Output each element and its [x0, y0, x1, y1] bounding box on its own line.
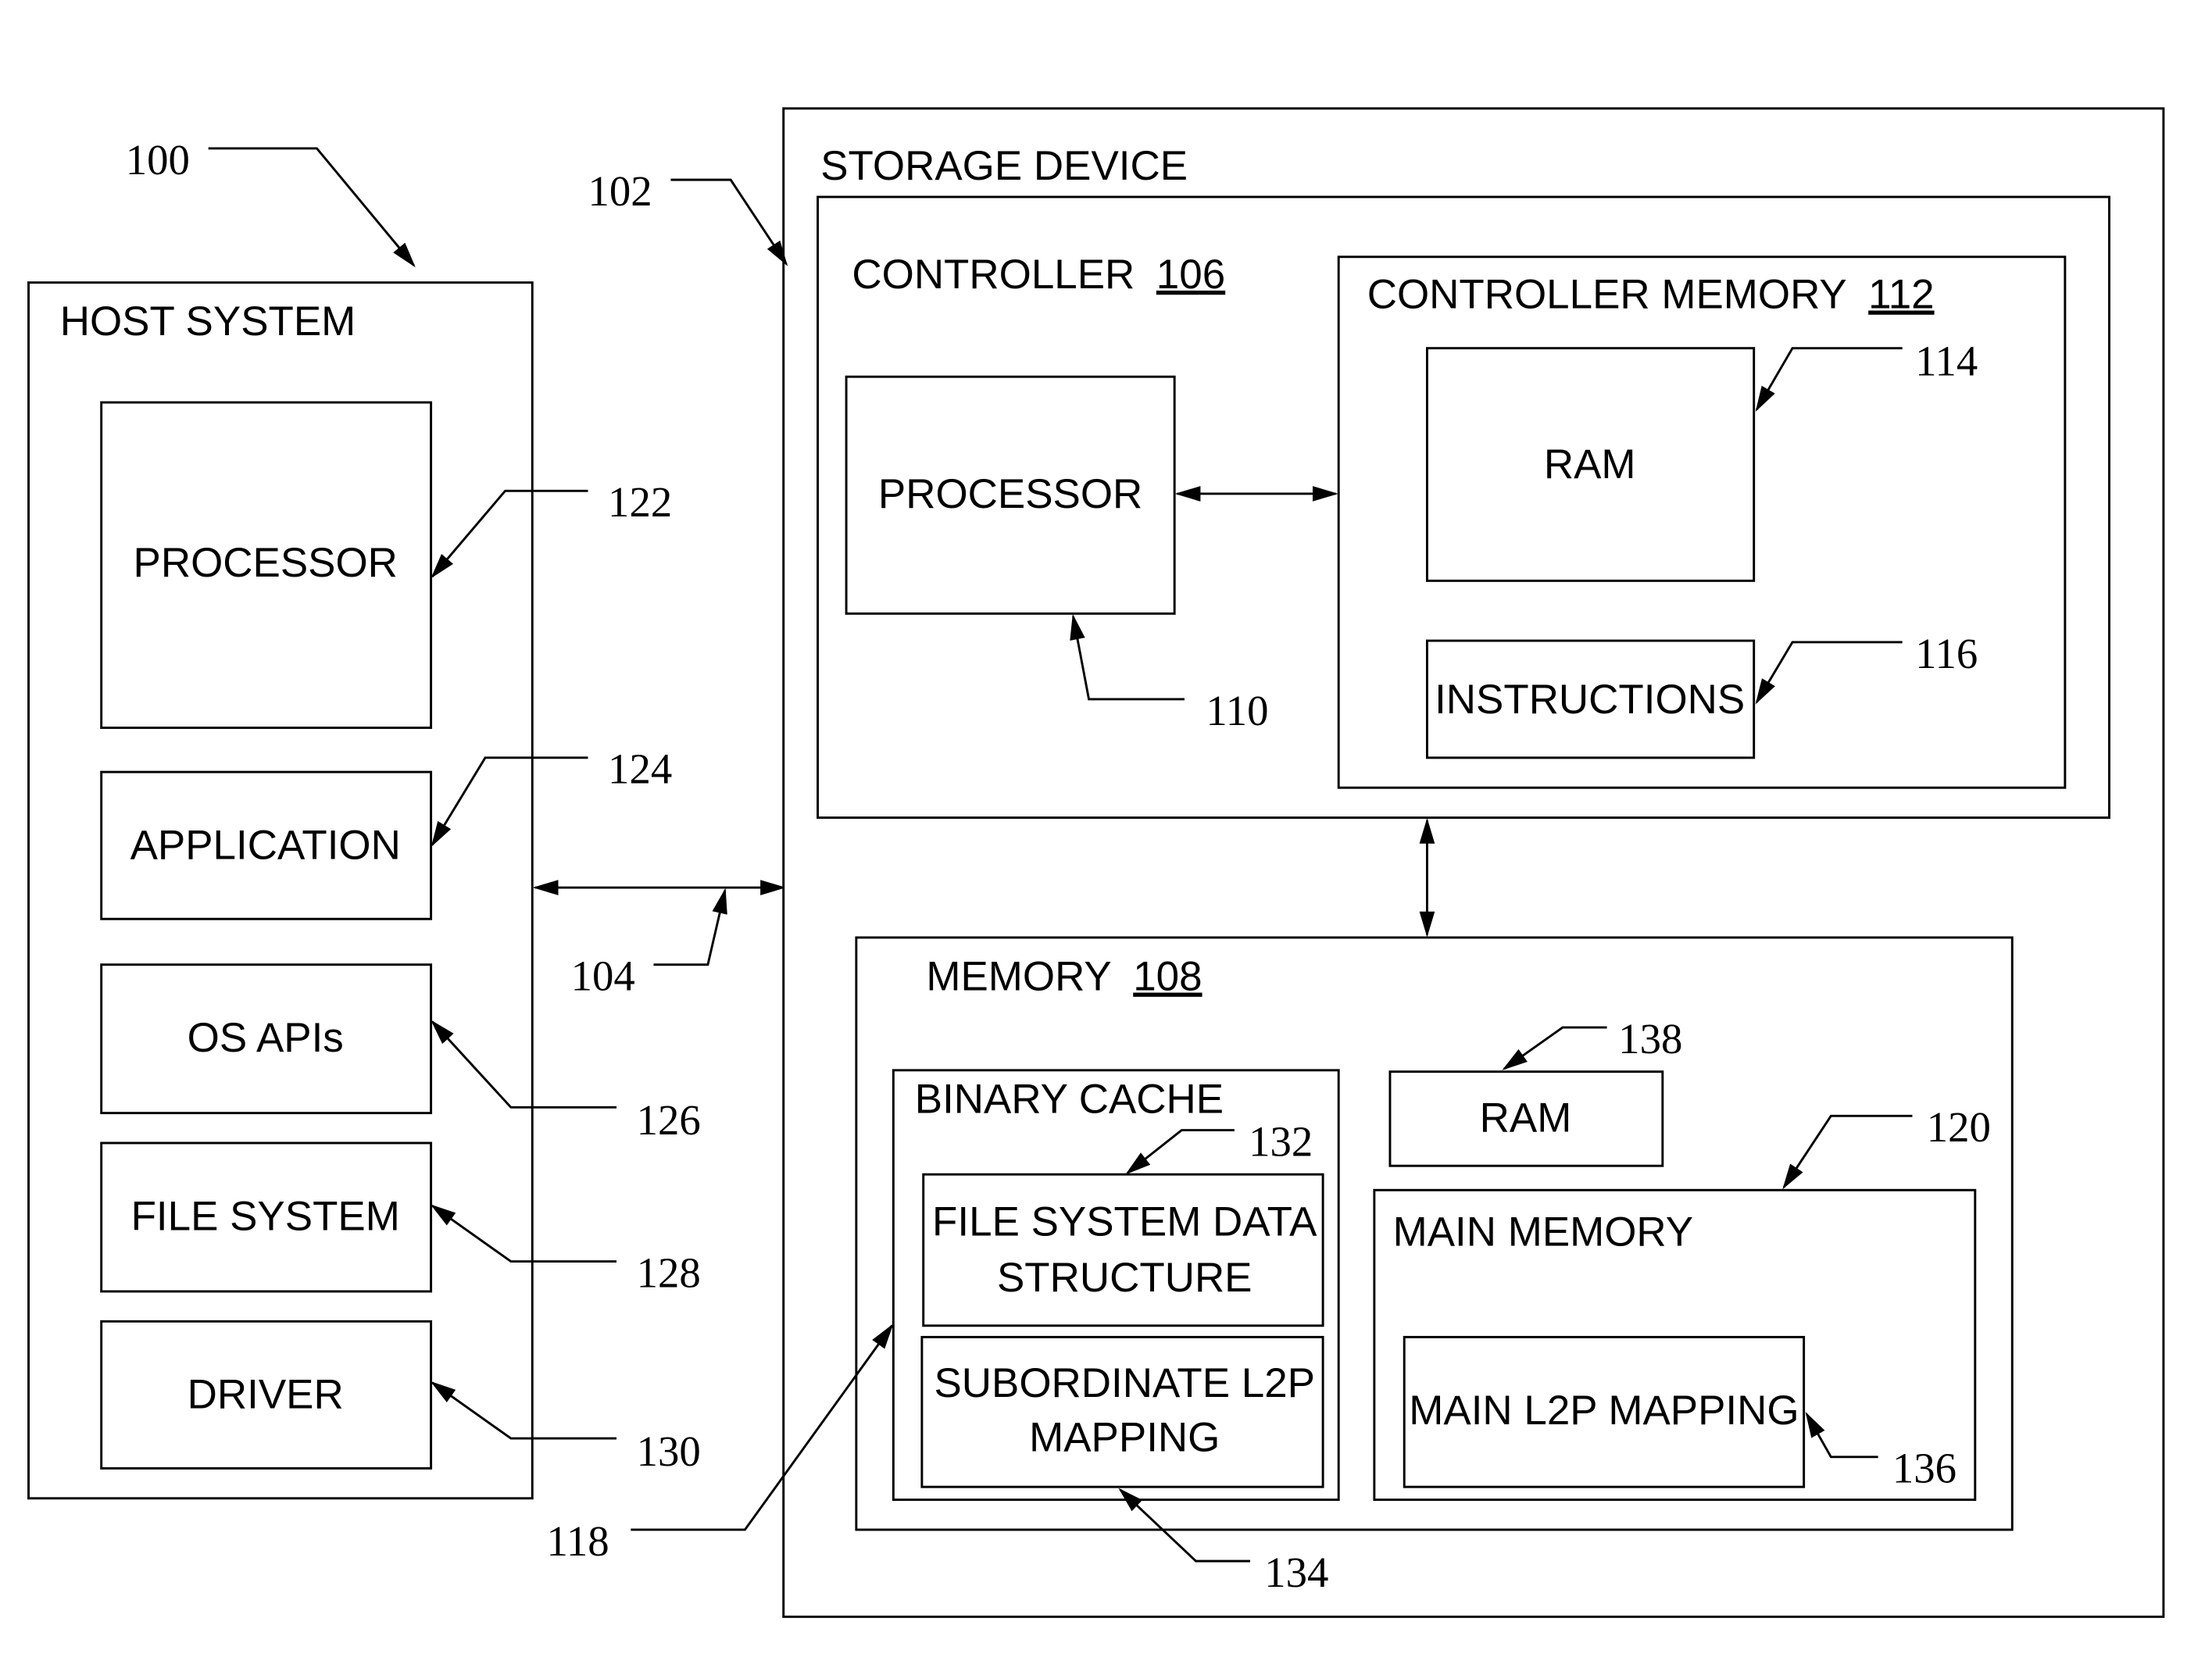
figure-ref-leader-arrow	[208, 147, 416, 268]
instructions-label: INSTRUCTIONS	[1435, 677, 1745, 723]
controller-processor-block: PROCESSOR	[845, 375, 1176, 615]
memory: MEMORY 108 BINARY CACHE FILE SYSTEM DATA…	[855, 936, 2014, 1596]
main-memory-title: MAIN MEMORY	[1393, 1209, 1693, 1255]
subordinate-l2p-block: SUBORDINATE L2P MAPPING	[920, 1335, 1324, 1488]
figure-ref-label: 100	[126, 136, 190, 184]
ref-132-label: 132	[1249, 1117, 1313, 1165]
fs-data-structure-label-line1: FILE SYSTEM DATA	[932, 1199, 1317, 1245]
subordinate-l2p-label-line1: SUBORDINATE L2P	[934, 1360, 1314, 1406]
host-file-system-label: FILE SYSTEM	[131, 1193, 400, 1239]
ref-124-label: 124	[608, 745, 672, 793]
ref-102-label: 102	[588, 167, 652, 215]
ref-102-leader-arrow	[670, 178, 788, 266]
subordinate-l2p-label-line2: MAPPING	[1029, 1415, 1220, 1461]
ref-136-label: 136	[1892, 1445, 1956, 1492]
storage-device-title: STORAGE DEVICE	[820, 143, 1188, 189]
main-l2p-label: MAIN L2P MAPPING	[1409, 1388, 1799, 1434]
memory-title: MEMORY 108	[926, 954, 1202, 1000]
main-memory: MAIN MEMORY MAIN L2P MAPPING 136	[1373, 1188, 1977, 1502]
host-os-apis-label: OS APIs	[188, 1015, 344, 1061]
host-os-apis-block: OS APIs	[100, 963, 433, 1115]
ref-114-label: 114	[1915, 337, 1978, 384]
controller-memory-title: CONTROLLER MEMORY 112	[1367, 272, 1935, 318]
controller-memory-title-text: CONTROLLER MEMORY	[1367, 272, 1847, 318]
ref-118-label: 118	[547, 1517, 609, 1565]
host-application-label: APPLICATION	[130, 823, 401, 869]
ref-104-label: 104	[571, 952, 635, 1000]
ref-116-label: 116	[1915, 630, 1978, 677]
controller-memory: CONTROLLER MEMORY 112 RAM 114 INSTRUCTIO…	[1337, 255, 2067, 789]
fs-data-structure-block: FILE SYSTEM DATA STRUCTURE	[922, 1173, 1324, 1327]
instructions-block: INSTRUCTIONS	[1425, 639, 1756, 759]
controller-title: CONTROLLER 106	[852, 252, 1225, 298]
controller-ref: 106	[1156, 252, 1225, 298]
host-driver-block: DRIVER	[100, 1320, 433, 1470]
controller-title-text: CONTROLLER	[852, 252, 1135, 298]
fs-data-structure-label-line2: STRUCTURE	[997, 1255, 1253, 1301]
controller-processor-label: PROCESSOR	[878, 471, 1142, 517]
controller: CONTROLLER 106 PROCESSOR 110 CONTROLLER …	[817, 195, 2110, 820]
ref-126-label: 126	[637, 1096, 701, 1144]
host-processor-block: PROCESSOR	[100, 401, 433, 729]
controller-ram-block: RAM	[1425, 347, 1756, 582]
ref-104-leader-arrow	[653, 888, 727, 966]
ref-120-label: 120	[1927, 1103, 1991, 1151]
system-block-diagram: 100 HOST SYSTEM PROCESSOR APPLICATION OS…	[27, 107, 2165, 1618]
host-file-system-block: FILE SYSTEM	[100, 1141, 433, 1293]
ref-138-label: 138	[1618, 1015, 1682, 1063]
main-l2p-block: MAIN L2P MAPPING	[1403, 1335, 1806, 1488]
memory-ram-block: RAM	[1388, 1070, 1664, 1167]
controller-ram-label: RAM	[1544, 441, 1636, 488]
host-driver-label: DRIVER	[188, 1372, 344, 1418]
host-processor-label: PROCESSOR	[134, 540, 398, 586]
ref-130-label: 130	[637, 1427, 701, 1475]
host-system: HOST SYSTEM PROCESSOR APPLICATION OS API…	[27, 281, 534, 1500]
memory-ref: 108	[1133, 954, 1202, 1000]
ref-128-label: 128	[637, 1248, 701, 1296]
controller-memory-ref: 112	[1868, 272, 1934, 318]
host-system-title: HOST SYSTEM	[60, 298, 356, 345]
memory-title-text: MEMORY	[926, 954, 1111, 1000]
memory-ram-label: RAM	[1480, 1095, 1572, 1141]
ref-122-label: 122	[608, 478, 672, 526]
binary-cache-title: BINARY CACHE	[915, 1077, 1224, 1123]
ref-110-label: 110	[1206, 687, 1268, 734]
ref-134-label: 134	[1264, 1548, 1328, 1596]
host-application-block: APPLICATION	[100, 770, 433, 920]
